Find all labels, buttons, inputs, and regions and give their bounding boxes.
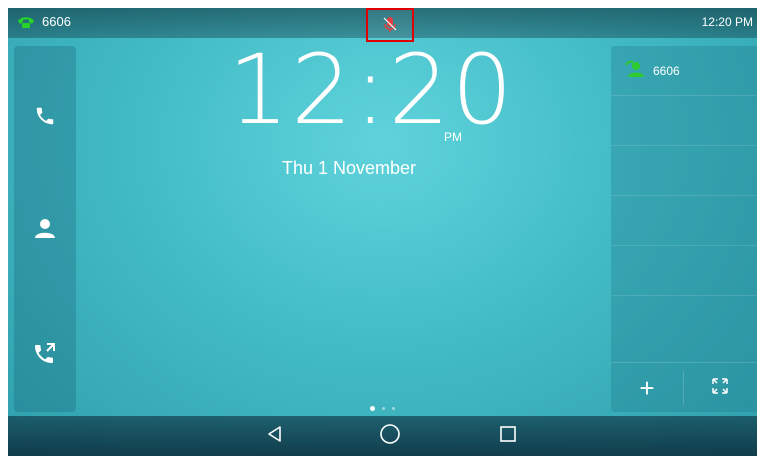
line-key-empty[interactable] xyxy=(611,146,757,196)
clock-ampm: PM xyxy=(444,130,462,144)
add-button[interactable]: + xyxy=(611,363,683,413)
page-indicator xyxy=(370,406,395,411)
clock-time: 12:20 xyxy=(228,34,515,146)
phone-handset-icon xyxy=(16,15,36,29)
line-key-empty[interactable] xyxy=(611,96,757,146)
contacts-icon xyxy=(33,216,57,245)
line-key-empty[interactable] xyxy=(611,196,757,246)
sidebar-directory-button[interactable] xyxy=(14,200,76,260)
page-dot xyxy=(382,407,385,410)
line-key-panel-footer: + xyxy=(611,362,757,413)
navigation-bar xyxy=(8,416,757,456)
plus-icon: + xyxy=(639,373,655,403)
status-account-label: 6606 xyxy=(42,14,71,29)
back-icon xyxy=(266,425,284,448)
sidebar-forward-button[interactable] xyxy=(14,326,76,386)
line-key-panel: 6606 + xyxy=(611,46,757,412)
home-button[interactable] xyxy=(370,422,410,450)
account-registered-icon xyxy=(625,60,647,81)
phone-screen: 6606 12:20 PM 12:20 PM Thu 1 November 66… xyxy=(8,8,757,456)
recent-apps-icon xyxy=(499,425,517,448)
mic-mute-icon xyxy=(383,15,397,36)
left-sidebar xyxy=(14,46,76,412)
status-time: 12:20 PM xyxy=(701,15,753,29)
line-key-label: 6606 xyxy=(653,63,680,78)
home-icon xyxy=(379,423,401,450)
page-dot xyxy=(392,407,395,410)
phone-icon xyxy=(34,105,56,132)
expand-button[interactable] xyxy=(684,363,756,413)
line-key-empty[interactable] xyxy=(611,246,757,296)
line-key-account[interactable]: 6606 xyxy=(611,46,757,96)
line-key-empty[interactable] xyxy=(611,296,757,346)
recent-apps-button[interactable] xyxy=(488,422,528,450)
status-account[interactable]: 6606 xyxy=(16,14,71,29)
sidebar-dial-button[interactable] xyxy=(14,88,76,148)
call-forward-icon xyxy=(33,342,57,371)
page-dot-active xyxy=(370,406,375,411)
expand-icon xyxy=(712,377,728,399)
clock-date: Thu 1 November xyxy=(281,158,417,178)
back-button[interactable] xyxy=(255,422,295,450)
